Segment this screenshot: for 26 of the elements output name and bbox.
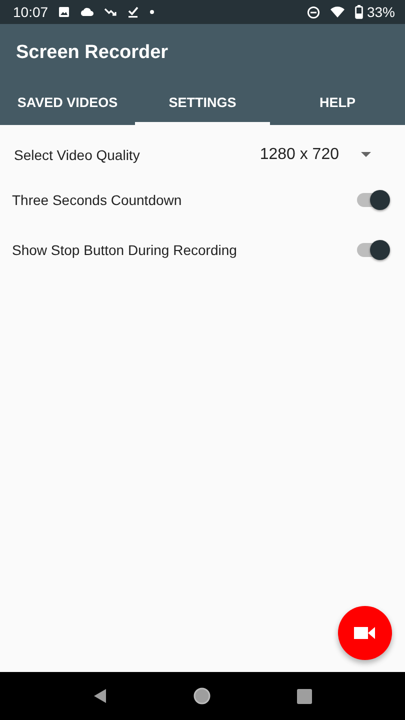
image-icon — [58, 6, 70, 18]
setting-label: Select Video Quality — [14, 147, 140, 163]
battery-percent: 33% — [366, 4, 395, 20]
recents-icon[interactable] — [297, 688, 312, 704]
video-camera-icon — [354, 626, 376, 640]
record-button[interactable] — [338, 606, 392, 660]
battery-icon — [354, 5, 363, 19]
trend-down-icon — [104, 7, 118, 17]
back-icon[interactable] — [93, 688, 107, 704]
tab[interactable]: SETTINGS — [135, 82, 270, 125]
tab[interactable]: SAVED VIDEOS — [0, 82, 135, 125]
dot-icon — [149, 9, 156, 15]
download-done-icon — [127, 6, 140, 18]
do-not-disturb-icon — [306, 6, 320, 18]
tab[interactable]: HELP — [270, 82, 405, 125]
toggle-switch[interactable] — [357, 188, 391, 212]
clock: 10:07 — [13, 4, 48, 20]
setting-label: Show Stop Button During Recording — [12, 242, 237, 258]
cloud-icon — [80, 7, 94, 17]
dropdown-arrow-icon — [361, 152, 371, 158]
quality-dropdown[interactable]: 1280 x 720 — [260, 146, 379, 164]
setting-label: Three Seconds Countdown — [12, 192, 182, 208]
home-icon[interactable] — [193, 687, 211, 705]
toggle-switch[interactable] — [357, 238, 391, 262]
app-title: Screen Recorder — [15, 41, 168, 65]
wifi-icon — [330, 6, 345, 18]
